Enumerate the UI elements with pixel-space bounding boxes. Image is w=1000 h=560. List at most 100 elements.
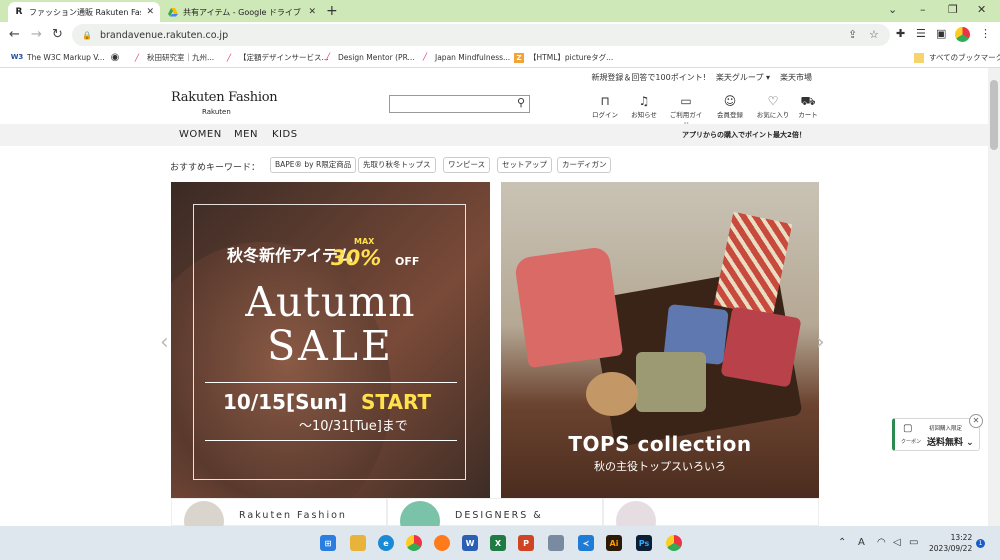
clock[interactable]: 13:22 2023/09/22 [929,532,972,554]
app-promo[interactable]: アプリからの購入でポイント最大2倍！ [682,130,806,140]
reload-icon[interactable]: ↻ [52,27,63,42]
category-kids[interactable]: KIDS [272,129,298,140]
address-bar[interactable]: 🔒 brandavenue.rakuten.co.jp ⇪ ☆ [72,24,890,46]
side-panel-icon[interactable]: ▣ [936,27,946,40]
browser-toolbar: ← → ↻ 🔒 brandavenue.rakuten.co.jp ⇪ ☆ ✚ … [0,22,1000,48]
search-icon[interactable]: ⚲ [517,96,525,109]
brand-card[interactable]: DESIGNERS & [387,498,603,526]
taskbar: ⊞ e W X P ≺ Ai Ps ⌃ A ◠ ◁ ▭ 13:22 2023/0… [0,526,1000,560]
rakuten-group-link[interactable]: 楽天グループ ▾ [716,72,770,83]
bookmark-design-mentor[interactable]: ╱ Design Mentor (PR... [323,52,415,62]
close-icon[interactable]: ✕ [308,7,316,17]
vscode-icon[interactable]: ≺ [578,535,594,551]
tab-strip: R ファッション通販 Rakuten Fashion(ラ ✕ 共有アイテム - … [0,0,1000,22]
volume-icon[interactable]: ◁ [893,537,901,548]
rakuten-favicon: R [15,7,23,17]
favorites-button[interactable]: ♡ お気に入り [756,94,790,119]
notification-badge[interactable]: 1 [976,539,985,548]
share-icon[interactable]: ⇪ [848,28,857,41]
scrollbar-thumb[interactable] [990,80,998,150]
hat-shape [586,372,638,416]
file-explorer-icon[interactable] [350,535,366,551]
bookmark-akita[interactable]: ╱ 秋田研究室｜九州... [132,52,214,63]
bookmark-design-service[interactable]: ╱ 【定額デザインサービス... [224,52,329,63]
tray-chevron-icon[interactable]: ⌃ [838,537,846,548]
carousel-next-icon[interactable]: › [816,330,825,355]
forward-icon[interactable]: → [31,27,42,42]
word-icon[interactable]: W [462,535,478,551]
category-women[interactable]: WOMEN [179,129,222,140]
close-window-button[interactable]: ✕ [977,3,986,16]
card-thumbnail [616,501,656,526]
firefox-icon[interactable] [434,535,450,551]
login-button[interactable]: ⊓ ログイン [588,94,622,119]
drive-icon [168,7,178,17]
bookmark-mindfulness[interactable]: ╱ Japan Mindfulness... [420,52,510,62]
tab-search-icon[interactable]: ⌄ [888,3,897,16]
cart-icon: ⛟ [800,94,816,108]
star-icon[interactable]: ☆ [869,28,879,41]
register-button[interactable]: ☺ 会員登録 [713,94,747,119]
windows-start-icon[interactable]: ⊞ [320,535,336,551]
keyword-chip[interactable]: BAPE® by R限定商品 [270,157,357,173]
powerpoint-icon[interactable]: P [518,535,534,551]
edge-icon[interactable]: e [378,535,394,551]
photoshop-icon[interactable]: Ps [636,535,652,551]
ime-indicator[interactable]: A [858,537,865,548]
app-icon[interactable] [548,535,564,551]
battery-icon[interactable]: ▭ [909,537,918,548]
tab-rakuten-fashion[interactable]: R ファッション通販 Rakuten Fashion(ラ ✕ [8,2,160,22]
excel-icon[interactable]: X [490,535,506,551]
reading-list-icon[interactable]: ☰ [916,27,926,40]
site-logo[interactable]: Rakuten Fashion [171,90,278,105]
brand-card[interactable] [603,498,819,526]
slash-icon: ╱ [134,53,140,62]
autumn-sale-banner[interactable]: 秋冬新作アイテム MAX 30% OFF Autumn SALE 10/15[S… [171,182,490,500]
tab-title: ファッション通販 Rakuten Fashion(ラ [29,7,141,17]
keyword-chip[interactable]: セットアップ [497,157,552,173]
menu-icon[interactable]: ⋮ [980,27,991,40]
cart-button[interactable]: ⛟ カート [791,94,825,119]
bookmark-globe[interactable]: ◉ [110,52,125,63]
banner-title: TOPS collection [568,432,752,456]
chrome-icon[interactable] [406,535,422,551]
coupon-widget[interactable]: ▢ クーポン 初回購入限定 送料無料 ⌄ [892,418,980,451]
keyword-chip[interactable]: カーディガン [557,157,612,173]
notifications-button[interactable]: ♫ お知らせ [627,94,661,119]
wifi-icon[interactable]: ◠ [877,537,886,548]
banner-sale: SALE [267,322,394,370]
w3c-icon: W3 [10,53,24,61]
tops-collection-banner[interactable]: TOPS collection 秋の主役トップスいろいろ [501,182,819,500]
chrome-active-icon[interactable] [666,535,682,551]
close-icon[interactable]: ✕ [146,7,154,17]
all-bookmarks[interactable]: すべてのブックマーク [914,52,1000,63]
new-tab-button[interactable]: + [326,3,338,19]
bookmark-w3c[interactable]: W3 The W3C Markup V... [10,52,105,62]
card-title: DESIGNERS & [455,510,543,521]
close-icon[interactable]: ✕ [969,414,983,428]
clock-date: 2023/09/22 [929,544,973,553]
minimize-button[interactable]: – [920,3,926,16]
keyword-chip[interactable]: ワンピース [443,157,491,173]
banner-end-date: 〜10/31[Tue]まで [299,419,408,434]
illustrator-icon[interactable]: Ai [606,535,622,551]
banner-max: MAX [354,237,375,246]
page-content: 新規登録＆回答で100ポイント! 楽天グループ ▾ 楽天市場 Rakuten F… [0,68,988,526]
back-icon[interactable]: ← [9,27,20,42]
maximize-button[interactable]: ❐ [948,3,958,16]
extensions-icon[interactable]: ✚ [896,27,905,40]
search-input[interactable]: ⚲ [389,95,530,113]
bookmark-html-picture[interactable]: Z 【HTML】pictureタグ... [514,52,613,63]
heart-icon: ♡ [767,94,779,108]
carousel-prev-icon[interactable]: ‹ [160,330,169,355]
bell-icon: ♫ [638,94,650,108]
keyword-chip[interactable]: 先取り秋冬トップス [358,157,436,173]
clock-time: 13:22 [950,533,973,542]
brand-card[interactable]: Rakuten Fashion [171,498,387,526]
signup-points-link[interactable]: 新規登録＆回答で100ポイント! [591,72,705,83]
profile-avatar[interactable] [955,27,970,42]
rakuten-ichiba-link[interactable]: 楽天市場 [780,72,812,83]
tab-google-drive[interactable]: 共有アイテム - Google ドライブ ✕ [162,2,322,22]
category-men[interactable]: MEN [234,129,258,140]
keyword-label: おすすめキーワード： [170,163,261,173]
